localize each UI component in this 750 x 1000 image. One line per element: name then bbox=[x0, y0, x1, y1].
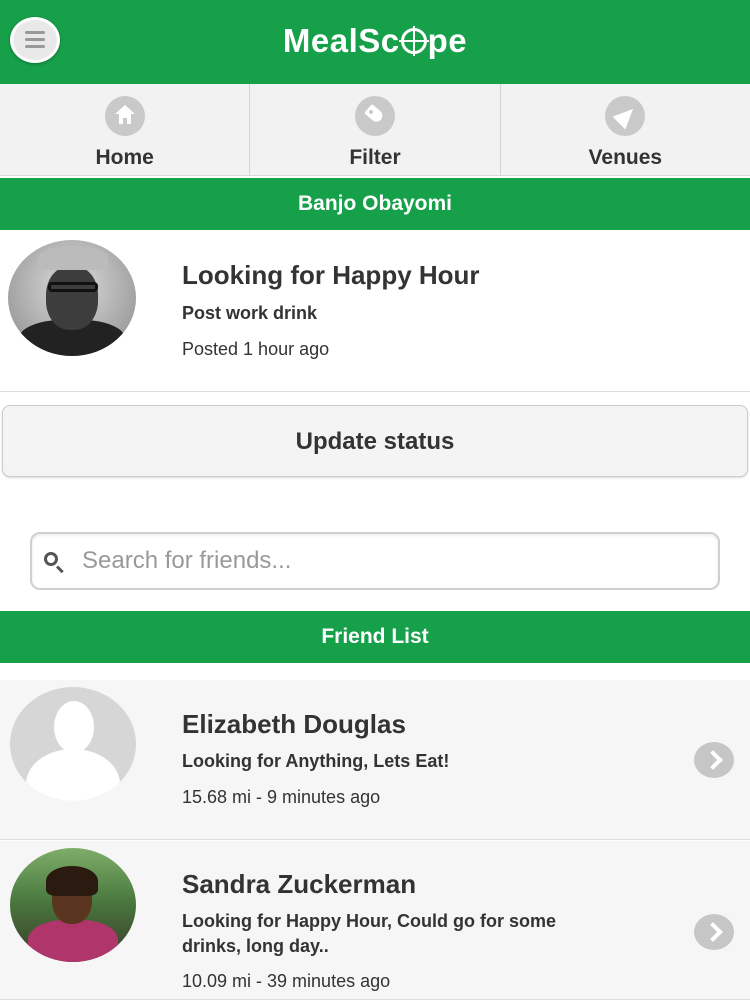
friend-search-box bbox=[30, 532, 720, 590]
tab-home[interactable]: Home bbox=[0, 84, 251, 175]
tab-filter[interactable]: Filter bbox=[250, 84, 501, 175]
profile-posted-time: Posted 1 hour ago bbox=[182, 339, 330, 359]
friend-status: Looking for Happy Hour, Could go for som… bbox=[182, 911, 556, 956]
logo-text-start: MealSc bbox=[282, 22, 400, 59]
home-icon bbox=[104, 96, 145, 136]
app-header: MealSc pe bbox=[0, 0, 750, 84]
friend-avatar-placeholder bbox=[10, 687, 136, 801]
tab-venues[interactable]: Venues bbox=[501, 84, 750, 175]
profile-name-bar: Banjo Obayomi bbox=[0, 178, 750, 230]
update-status-button[interactable]: Update status bbox=[2, 405, 748, 477]
friend-meta: 10.09 mi - 39 minutes ago bbox=[182, 971, 391, 991]
tab-home-label: Home bbox=[95, 146, 154, 169]
friend-avatar bbox=[10, 848, 136, 962]
tab-venues-label: Venues bbox=[588, 146, 663, 169]
tab-filter-label: Filter bbox=[349, 146, 401, 169]
app-logo: MealSc pe bbox=[0, 22, 750, 60]
profile-avatar bbox=[8, 240, 136, 356]
friend-name: Sandra Zuckerman bbox=[182, 869, 417, 899]
profile-status-note: Post work drink bbox=[182, 303, 318, 323]
chevron-right-icon[interactable] bbox=[694, 914, 734, 950]
friend-status: Looking for Anything, Lets Eat! bbox=[182, 751, 450, 771]
crosshair-o-icon bbox=[398, 26, 429, 56]
friend-name: Elizabeth Douglas bbox=[182, 709, 406, 739]
logo-text-end: pe bbox=[427, 22, 468, 59]
tag-icon bbox=[354, 96, 395, 136]
chevron-right-icon[interactable] bbox=[694, 742, 734, 778]
search-input[interactable] bbox=[82, 542, 702, 580]
friend-meta: 15.68 mi - 9 minutes ago bbox=[182, 787, 381, 807]
search-icon bbox=[44, 552, 64, 574]
profile-status-title: Looking for Happy Hour bbox=[182, 260, 480, 290]
friend-list-header: Friend List bbox=[0, 611, 750, 663]
location-arrow-icon bbox=[605, 96, 646, 136]
tab-bar: Home Filter Venues bbox=[0, 84, 750, 176]
